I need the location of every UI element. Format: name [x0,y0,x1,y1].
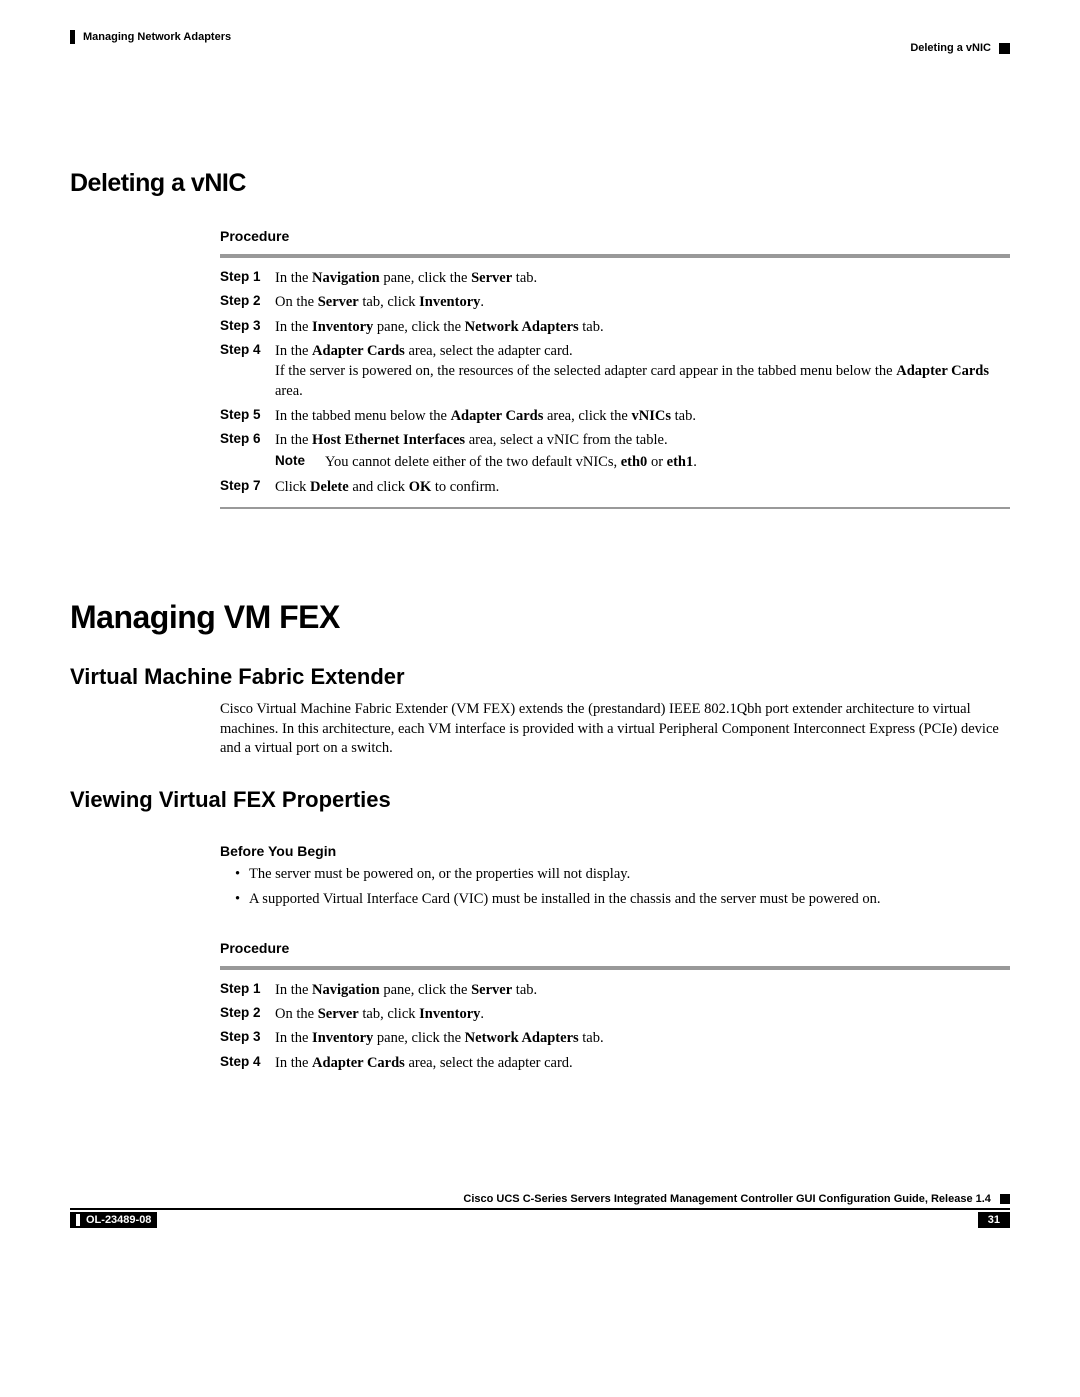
divider [220,966,1010,970]
square-icon [1000,1194,1010,1204]
header-topic: Deleting a vNIC [910,42,1010,54]
note-label: Note [275,452,325,472]
procedure-label-2: Procedure [220,940,1010,956]
paragraph: Cisco Virtual Machine Fabric Extender (V… [220,700,1010,759]
step-row: Step 2 On the Server tab, click Inventor… [220,1004,1010,1024]
doc-id: OL-23489-08 [86,1214,151,1226]
h2-vmfex: Virtual Machine Fabric Extender [70,664,1010,690]
divider [220,507,1010,509]
doc-title: Cisco UCS C-Series Servers Integrated Ma… [463,1193,991,1205]
step-row: Step 3 In the Inventory pane, click the … [220,1028,1010,1048]
page-number: 31 [978,1212,1010,1228]
step-row: Step 3 In the Inventory pane, click the … [220,317,1010,337]
divider [220,254,1010,258]
h1-deleting-vnic: Deleting a vNIC [70,169,1010,198]
step-row: Step 4 In the Adapter Cards area, select… [220,1053,1010,1073]
step-row: Step 2 On the Server tab, click Inventor… [220,292,1010,312]
before-you-begin-label: Before You Begin [220,843,1010,859]
step-row: Step 4 In the Adapter Cards area, select… [220,341,1010,402]
step-row: Step 6 In the Host Ethernet Interfaces a… [220,430,1010,473]
steps-2: Step 1 In the Navigation pane, click the… [220,980,1010,1073]
step-row: Step 1 In the Navigation pane, click the… [220,268,1010,288]
step-row: Step 7 Click Delete and click OK to conf… [220,477,1010,497]
list-item: •The server must be powered on, or the p… [235,865,1010,885]
square-icon [999,43,1010,54]
topic-title: Deleting a vNIC [910,42,991,54]
h2-viewing-fex: Viewing Virtual FEX Properties [70,787,1010,813]
step-row: Step 1 In the Navigation pane, click the… [220,980,1010,1000]
header-chapter: Managing Network Adapters [70,30,231,44]
step-row: Step 5 In the tabbed menu below the Adap… [220,406,1010,426]
steps-1: Step 1 In the Navigation pane, click the… [220,268,1010,497]
chapter-title: Managing Network Adapters [83,31,231,43]
procedure-label-1: Procedure [220,228,1010,244]
footer: Cisco UCS C-Series Servers Integrated Ma… [70,1193,1010,1228]
before-bullets: •The server must be powered on, or the p… [235,865,1010,910]
h1-managing-vm-fex: Managing VM FEX [70,599,1010,636]
list-item: •A supported Virtual Interface Card (VIC… [235,890,1010,910]
